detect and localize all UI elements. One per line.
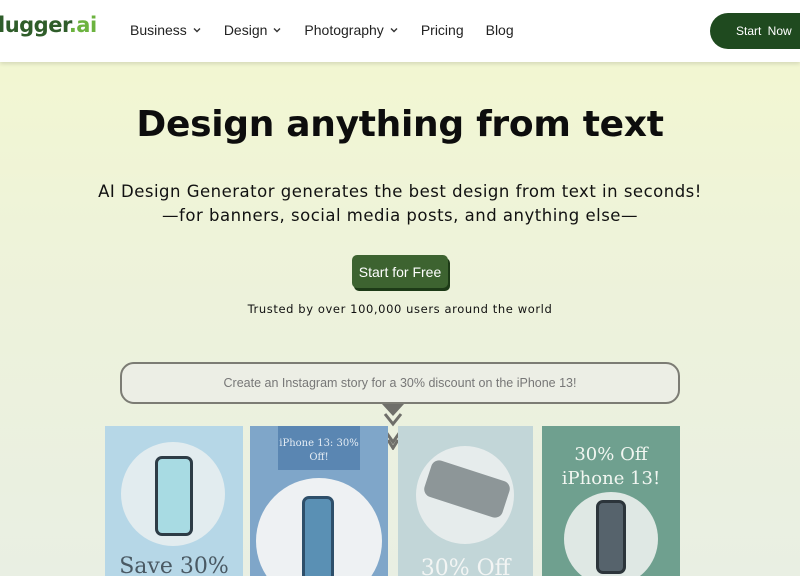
hero-title: Design anything from text	[136, 104, 664, 145]
nav-label: Photography	[304, 22, 384, 38]
logo-text: lugger	[0, 13, 69, 37]
nav-label: Blog	[485, 22, 514, 38]
card-3-headline: 30% Off	[420, 556, 511, 576]
design-card-3[interactable]: 30% Off	[398, 426, 533, 576]
nav-label: Business	[130, 22, 187, 38]
demo-prompt-box: Create an Instagram story for a 30% disc…	[120, 362, 680, 404]
nav-item-blog[interactable]: Blog	[486, 22, 514, 38]
card-2-headline-line2: Off!	[309, 452, 329, 463]
nav-label: Pricing	[420, 22, 464, 38]
main-nav: Business Design Photography Pricing Blog	[130, 22, 536, 38]
nav-item-photography[interactable]: Photography	[304, 22, 398, 38]
phone-image	[302, 496, 334, 576]
design-card-4[interactable]: 30% Off iPhone 13!	[542, 426, 680, 576]
card-1-headline: Save 30%	[119, 554, 229, 576]
demo-prompt-text: Create an Instagram story for a 30% disc…	[223, 376, 577, 390]
nav-item-business[interactable]: Business	[130, 22, 202, 38]
logo-suffix: .ai	[68, 13, 97, 37]
chevron-down-icon	[193, 28, 201, 33]
logo[interactable]: lugger.ai	[0, 13, 97, 37]
hero-subtitle-line2: —for banners, social media posts, and an…	[162, 206, 638, 225]
nav-item-design[interactable]: Design	[224, 22, 283, 38]
design-card-1[interactable]: Save 30%	[105, 426, 243, 576]
chevron-down-icon	[273, 28, 281, 33]
nav-label: Design	[223, 22, 268, 38]
card-4-headline-line1: 30% Off	[574, 444, 648, 465]
design-card-2[interactable]: iPhone 13: 30% Off!	[250, 426, 388, 576]
nav-item-pricing[interactable]: Pricing	[421, 22, 464, 38]
start-now-button[interactable]: Start Now	[710, 13, 800, 49]
card-4-headline-line2: iPhone 13!	[561, 468, 661, 489]
trusted-text: Trusted by over 100,000 users around the…	[247, 302, 553, 316]
phone-image	[596, 500, 626, 574]
start-for-free-button[interactable]: Start for Free	[352, 255, 448, 288]
site-header: lugger.ai Business Design Photography Pr…	[0, 0, 800, 62]
phone-image	[155, 456, 193, 536]
hero-subtitle-line1: AI Design Generator generates the best d…	[98, 182, 702, 201]
chevron-down-icon	[390, 28, 398, 33]
card-2-headline-line1: iPhone 13: 30%	[279, 438, 359, 449]
